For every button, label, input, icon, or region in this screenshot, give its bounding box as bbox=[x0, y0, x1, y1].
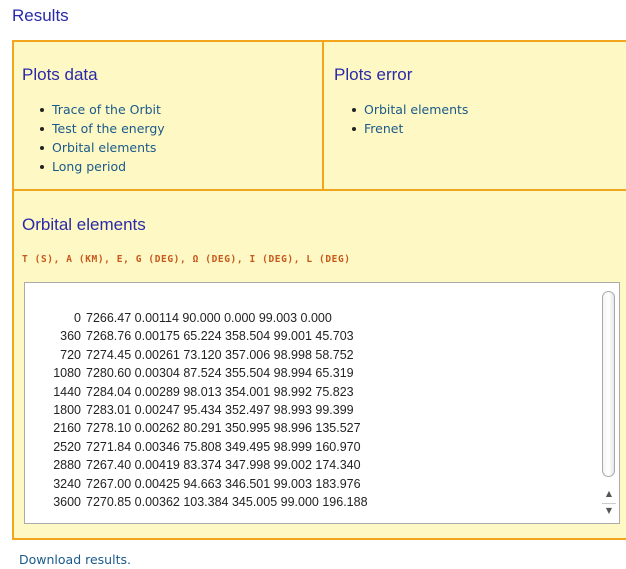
data-row: 1800 7283.01 0.00247 95.434 352.497 98.99… bbox=[53, 402, 354, 417]
link-test-of-the-energy[interactable]: Test of the energy bbox=[38, 119, 165, 138]
scrollbar-thumb[interactable] bbox=[602, 291, 615, 477]
plots-error-title: Plots error bbox=[334, 65, 413, 84]
plots-error-section: Plots error Orbital elements Frenet bbox=[324, 42, 626, 191]
data-row: 1080 7280.60 0.00304 87.524 355.504 98.99… bbox=[53, 366, 354, 381]
link-trace-of-the-orbit[interactable]: Trace of the Orbit bbox=[38, 100, 165, 119]
link-frenet[interactable]: Frenet bbox=[350, 119, 468, 138]
plots-data-title: Plots data bbox=[22, 65, 98, 84]
data-row: 0 7266.47 0.00114 90.000 0.000 99.003 0.0… bbox=[74, 311, 332, 325]
plots-error-list: Orbital elements Frenet bbox=[350, 100, 468, 138]
data-row: 720 7274.45 0.00261 73.120 357.006 98.998… bbox=[60, 347, 354, 362]
link-long-period[interactable]: Long period bbox=[38, 157, 165, 176]
plots-data-section: Plots data Trace of the Orbit Test of th… bbox=[14, 42, 324, 191]
data-row: 2160 7278.10 0.00262 80.291 350.995 98.99… bbox=[53, 421, 361, 436]
orbital-columns-header: T (S), A (KM), E, G (DEG), Ω (DEG), I (D… bbox=[22, 254, 351, 265]
data-row: 2880 7267.40 0.00419 83.374 347.998 99.00… bbox=[53, 458, 361, 473]
plots-data-list: Trace of the Orbit Test of the energy Or… bbox=[38, 100, 165, 176]
textarea-scrollbar[interactable]: ▲ ▼ bbox=[601, 287, 617, 519]
download-results-link[interactable]: Download results. bbox=[19, 552, 131, 567]
orbital-elements-textarea[interactable]: 0 7266.47 0.00114 90.000 0.000 99.003 0.0… bbox=[24, 282, 620, 524]
scroll-down-arrow-icon[interactable]: ▼ bbox=[602, 503, 616, 518]
orbital-elements-title: Orbital elements bbox=[22, 215, 146, 234]
data-row: 3600 7270.85 0.00362 103.384 345.005 99.0… bbox=[53, 494, 368, 509]
data-row: 1440 7284.04 0.00289 98.013 354.001 98.99… bbox=[53, 384, 354, 399]
results-panel: Plots data Trace of the Orbit Test of th… bbox=[12, 40, 626, 540]
scroll-up-arrow-icon[interactable]: ▲ bbox=[602, 487, 616, 501]
link-orbital-elements-data[interactable]: Orbital elements bbox=[38, 138, 165, 157]
data-row: 2520 7271.84 0.00346 75.808 349.495 98.99… bbox=[53, 439, 361, 454]
orbital-elements-rows: 0 7266.47 0.00114 90.000 0.000 99.003 0.0… bbox=[25, 309, 585, 511]
data-row: 3240 7267.00 0.00425 94.663 346.501 99.00… bbox=[53, 476, 361, 491]
page-title: Results bbox=[12, 6, 69, 25]
data-row: 360 7268.76 0.00175 65.224 358.504 99.001… bbox=[60, 329, 354, 344]
link-orbital-elements-error[interactable]: Orbital elements bbox=[350, 100, 468, 119]
